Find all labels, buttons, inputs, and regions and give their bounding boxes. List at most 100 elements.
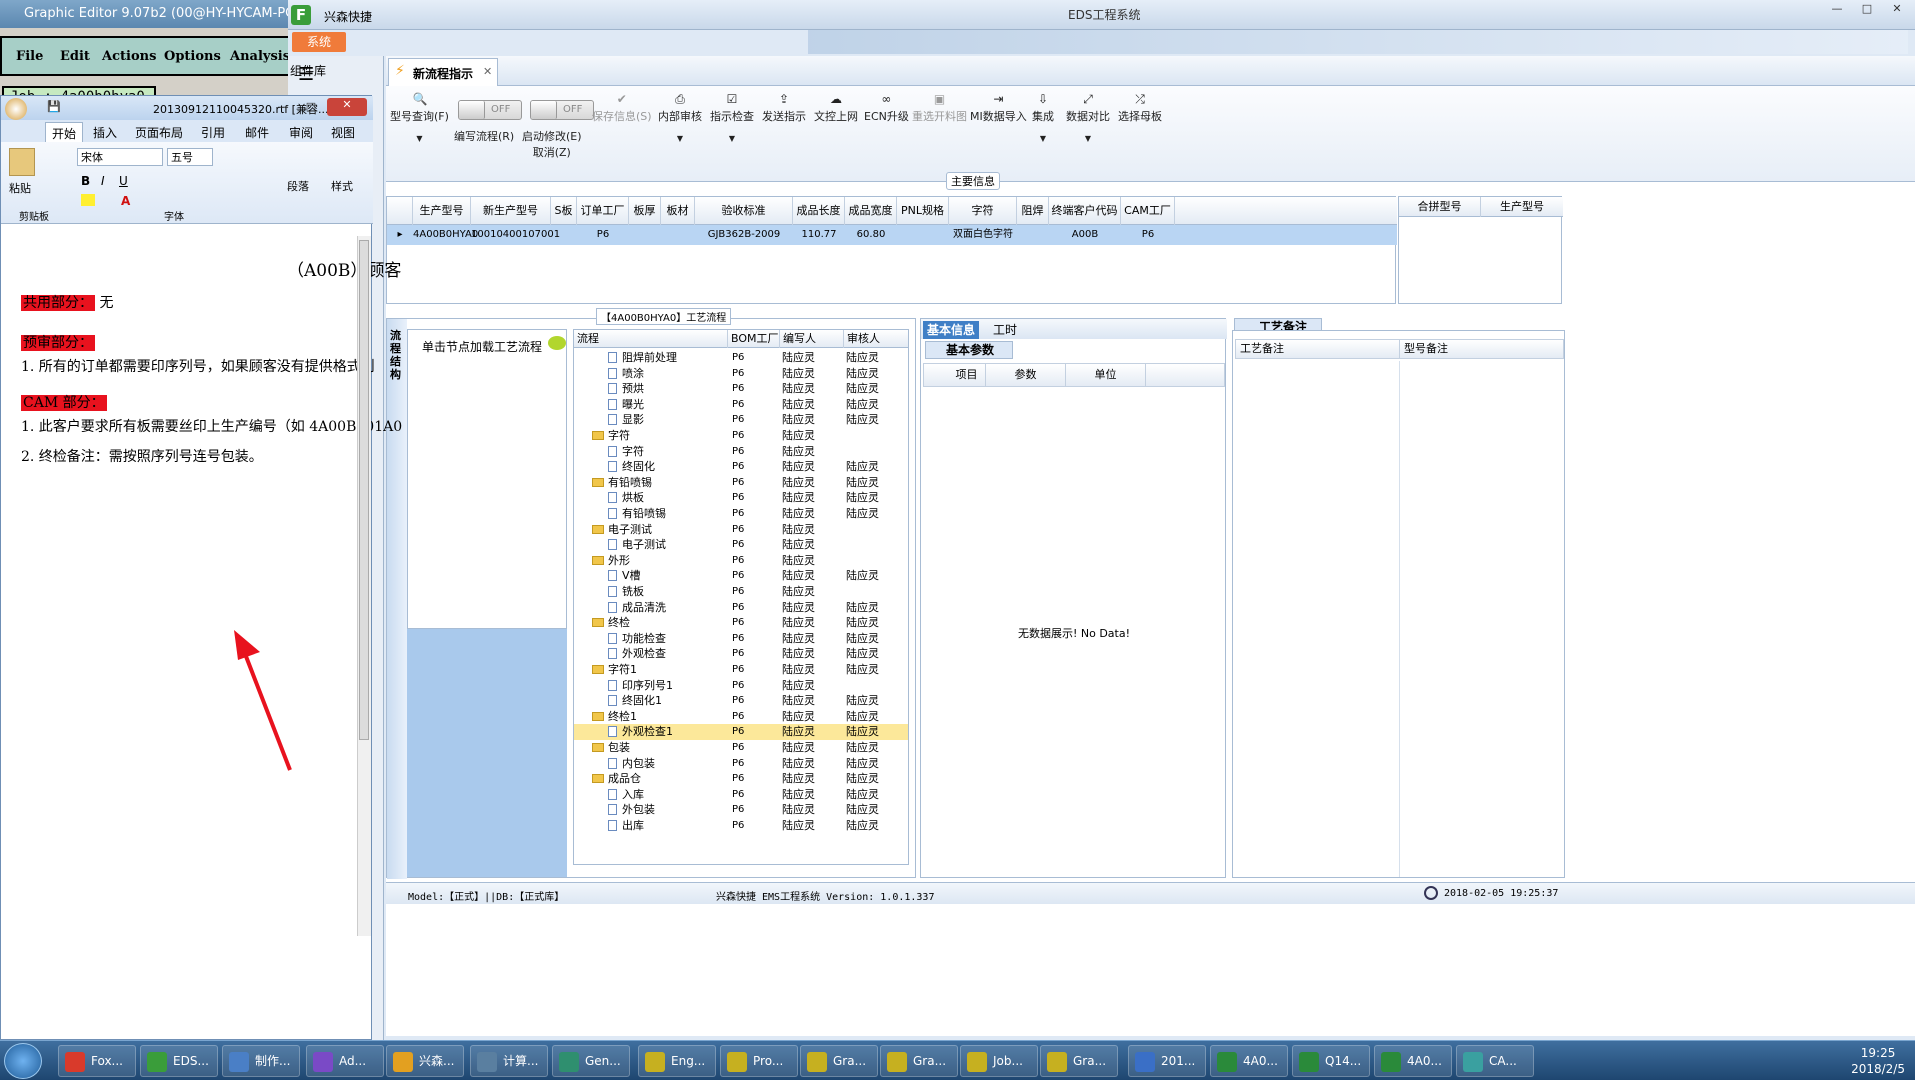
select-motherboard-button[interactable]: ⤮ 选择母板 xyxy=(1118,92,1162,124)
col-header[interactable]: 阻焊 xyxy=(1017,197,1049,225)
col-header[interactable]: 生产型号 xyxy=(413,197,471,225)
taskbar-item[interactable]: 4A0... xyxy=(1210,1045,1288,1077)
ribbon-tab-layout[interactable]: 页面布局 xyxy=(135,124,183,141)
system-tab[interactable]: 系统 xyxy=(292,32,346,52)
col-header[interactable]: 审核人 xyxy=(844,330,908,348)
col-header[interactable]: 板材 xyxy=(661,197,695,225)
ribbon-tab-references[interactable]: 引用 xyxy=(201,124,225,141)
mi-import-button[interactable]: ⇥ MI数据导入 xyxy=(970,92,1027,124)
tree-row[interactable]: 外形 P6 陆应灵 xyxy=(574,553,908,569)
tree-row[interactable]: 字符 P6 陆应灵 xyxy=(574,428,908,444)
highlight-icon[interactable] xyxy=(81,194,95,206)
tree-row[interactable]: 内包装 P6 陆应灵 陆应灵 xyxy=(574,756,908,772)
tree-row[interactable]: 烘板 P6 陆应灵 陆应灵 xyxy=(574,490,908,506)
taskbar-item[interactable]: Job... xyxy=(960,1045,1038,1077)
word-minimize-button[interactable]: — xyxy=(269,100,297,116)
taskbar-item[interactable]: 201... xyxy=(1128,1045,1206,1077)
taskbar-item[interactable]: 4A0... xyxy=(1374,1045,1452,1077)
tree-row[interactable]: 喷涂 P6 陆应灵 陆应灵 xyxy=(574,366,908,382)
col-header[interactable]: 验收标准 xyxy=(695,197,793,225)
col-header[interactable]: 合拼型号 xyxy=(1399,197,1481,217)
paste-icon[interactable] xyxy=(9,148,35,176)
menu-edit[interactable]: Edit xyxy=(60,49,90,64)
col-header[interactable]: 单位 xyxy=(1066,364,1146,386)
tree-row[interactable]: 预烘 P6 陆应灵 陆应灵 xyxy=(574,381,908,397)
size-select[interactable]: 五号 xyxy=(167,148,213,166)
taskbar-item[interactable]: Ad... xyxy=(306,1045,384,1077)
reselect-cutting-button[interactable]: ▣ 重选开料图 xyxy=(912,92,967,124)
col-header[interactable]: 成品宽度 xyxy=(845,197,897,225)
office-button-icon[interactable] xyxy=(5,98,27,120)
tree-row[interactable]: V槽 P6 陆应灵 陆应灵 xyxy=(574,568,908,584)
maximize-button[interactable]: □ xyxy=(1853,2,1881,18)
tab-close-icon[interactable]: ✕ xyxy=(483,65,492,78)
group-paragraph[interactable]: 段落 xyxy=(287,178,309,194)
taskbar-item[interactable]: Fox... xyxy=(58,1045,136,1077)
send-instruction-button[interactable]: ⇪ 发送指示 xyxy=(762,92,806,124)
group-styles[interactable]: 样式 xyxy=(331,178,353,194)
col-header[interactable]: S板 xyxy=(551,197,577,225)
menu-file[interactable]: File xyxy=(16,49,43,64)
tab-new-flow[interactable]: ⚡ 新流程指示 ✕ xyxy=(388,58,498,86)
menu-actions[interactable]: Actions xyxy=(102,49,156,64)
col-header[interactable]: 工艺备注 xyxy=(1236,340,1400,358)
ribbon-tab-view[interactable]: 视图 xyxy=(331,124,355,141)
taskbar-item[interactable]: 兴森... xyxy=(386,1045,464,1077)
font-select[interactable]: 宋体 xyxy=(77,148,163,166)
tree-row[interactable]: 电子测试 P6 陆应灵 xyxy=(574,537,908,553)
taskbar-item[interactable]: Gen... xyxy=(552,1045,630,1077)
tree-row[interactable]: 终检 P6 陆应灵 陆应灵 xyxy=(574,615,908,631)
col-header[interactable]: 成品长度 xyxy=(793,197,845,225)
col-header[interactable]: 参数 xyxy=(986,364,1066,386)
col-header[interactable]: BOM工厂 xyxy=(728,330,780,348)
taskbar-item[interactable]: Pro... xyxy=(720,1045,798,1077)
ribbon-tab-mailings[interactable]: 邮件 xyxy=(245,124,269,141)
col-header[interactable]: 型号备注 xyxy=(1400,340,1564,358)
minimize-button[interactable]: — xyxy=(1823,2,1851,18)
tree-row[interactable]: 曝光 P6 陆应灵 陆应灵 xyxy=(574,397,908,413)
word-scrollbar[interactable] xyxy=(357,236,371,936)
taskbar-item[interactable]: Gra... xyxy=(1040,1045,1118,1077)
tree-row[interactable]: 电子测试 P6 陆应灵 xyxy=(574,522,908,538)
col-header[interactable]: 流程 xyxy=(574,330,728,348)
tree-row[interactable]: 包装 P6 陆应灵 陆应灵 xyxy=(574,740,908,756)
col-header[interactable]: CAM工厂 xyxy=(1121,197,1175,225)
close-button[interactable]: ✕ xyxy=(1883,2,1911,18)
tree-row[interactable]: 印序列号1 P6 陆应灵 xyxy=(574,678,908,694)
col-header[interactable]: PNL规格 xyxy=(897,197,949,225)
tree-row[interactable]: 入库 P6 陆应灵 陆应灵 xyxy=(574,787,908,803)
underline-icon[interactable]: U xyxy=(119,174,128,188)
tree-row[interactable]: 有铅喷锡 P6 陆应灵 陆应灵 xyxy=(574,506,908,522)
italic-icon[interactable]: I xyxy=(101,174,105,188)
taskbar-item[interactable]: Q14... xyxy=(1292,1045,1370,1077)
taskbar-item[interactable]: 制作... xyxy=(222,1045,300,1077)
tree-row[interactable]: 外包装 P6 陆应灵 陆应灵 xyxy=(574,802,908,818)
col-header[interactable]: 终端客户代码 xyxy=(1049,197,1121,225)
taskbar-item[interactable]: Gra... xyxy=(800,1045,878,1077)
col-header[interactable]: 项目 xyxy=(948,364,986,386)
tree-row[interactable]: 显影 P6 陆应灵 陆应灵 xyxy=(574,412,908,428)
scroll-thumb[interactable] xyxy=(359,240,369,740)
tree-row[interactable]: 外观检查1 P6 陆应灵 陆应灵 xyxy=(574,724,908,740)
col-header[interactable]: 字符 xyxy=(949,197,1017,225)
col-header[interactable]: 生产型号 xyxy=(1481,197,1563,217)
tree-row[interactable]: 成品仓 P6 陆应灵 陆应灵 xyxy=(574,771,908,787)
word-close-button[interactable]: ✕ xyxy=(327,98,367,116)
integrate-button[interactable]: ⇩ 集成 ▼ xyxy=(1032,92,1054,143)
table-row[interactable]: ▸ 4A00B0HYA0 10010400107001 P6 GJB362B-2… xyxy=(387,225,1397,245)
font-color-icon[interactable]: A xyxy=(121,194,130,208)
tree-row[interactable]: 终检1 P6 陆应灵 陆应灵 xyxy=(574,709,908,725)
menu-analysis[interactable]: Analysis xyxy=(230,49,290,64)
model-query-button[interactable]: 🔍 型号查询(F) ▼ xyxy=(390,92,449,143)
start-modify-toggle[interactable]: OFF xyxy=(530,100,594,120)
bold-icon[interactable]: B xyxy=(81,174,90,188)
tree-row[interactable]: 外观检查 P6 陆应灵 陆应灵 xyxy=(574,646,908,662)
tree-row[interactable]: 功能检查 P6 陆应灵 陆应灵 xyxy=(574,631,908,647)
ribbon-tab-review[interactable]: 审阅 xyxy=(289,124,313,141)
doc-control-online-button[interactable]: ☁ 文控上网 xyxy=(814,92,858,124)
word-maximize-button[interactable]: □ xyxy=(297,100,325,116)
tree-row[interactable]: 成品清洗 P6 陆应灵 陆应灵 xyxy=(574,600,908,616)
tree-row[interactable]: 终固化 P6 陆应灵 陆应灵 xyxy=(574,459,908,475)
save-info-button[interactable]: ✔ 保存信息(S) xyxy=(592,92,652,124)
ribbon-tab-insert[interactable]: 插入 xyxy=(93,124,117,141)
